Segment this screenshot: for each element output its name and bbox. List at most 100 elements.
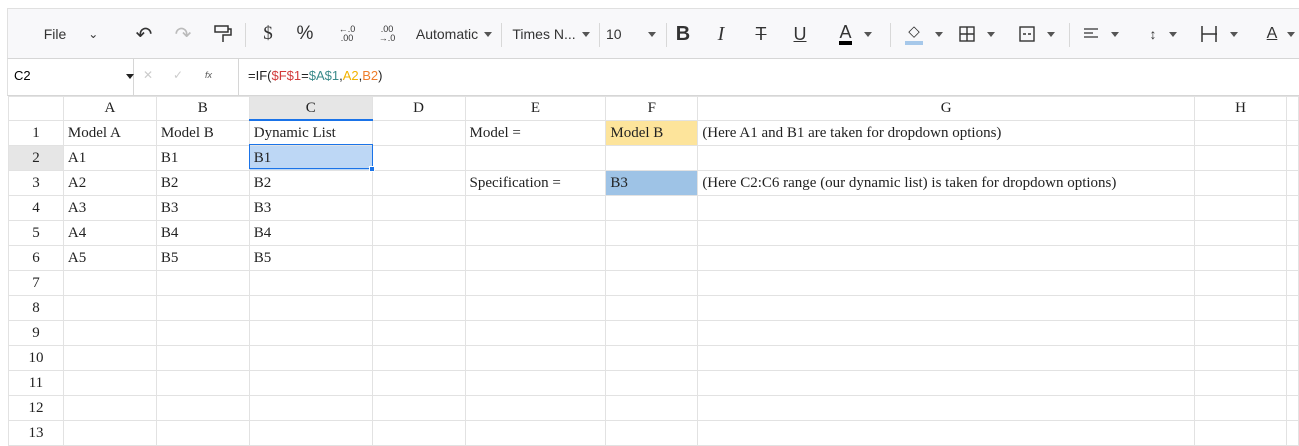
row-header[interactable]: 6 (8, 245, 64, 271)
number-format-dropdown[interactable]: Automatic (411, 9, 497, 59)
cell-H4[interactable] (1194, 195, 1287, 221)
cell-G12[interactable] (697, 395, 1196, 421)
decrease-decimal-button[interactable]: .00 →.0 (374, 9, 400, 59)
column-header-d[interactable]: D (371, 96, 466, 121)
cell-D3[interactable] (371, 170, 466, 196)
select-all-corner[interactable] (8, 96, 64, 121)
cell-F12[interactable] (605, 395, 699, 421)
cell-D6[interactable] (371, 245, 466, 271)
row-header[interactable]: 3 (8, 170, 64, 196)
cell-C11[interactable] (248, 370, 373, 396)
cell-B9[interactable] (155, 320, 250, 346)
cell-F7[interactable] (605, 270, 699, 296)
cell-A1[interactable]: Model A (62, 120, 157, 146)
cell-G3[interactable]: (Here C2:C6 range (our dynamic list) is … (697, 170, 1196, 196)
row-header[interactable]: 1 (8, 120, 64, 146)
text-rotation-button[interactable]: A (1258, 9, 1299, 59)
horizontal-align-button[interactable] (1076, 9, 1126, 59)
cell-C3[interactable]: B2 (248, 170, 373, 196)
cell-F4[interactable] (605, 195, 699, 221)
function-icon[interactable]: fx (205, 70, 212, 80)
row-header[interactable]: 10 (8, 345, 64, 371)
row-header[interactable]: 2 (8, 145, 64, 171)
cell-C12[interactable] (248, 395, 373, 421)
cell-C2[interactable]: B1 (248, 145, 373, 171)
cell-E10[interactable] (464, 345, 607, 371)
cell-F9[interactable] (605, 320, 699, 346)
row-header[interactable]: 12 (8, 395, 64, 421)
cell-B13[interactable] (155, 420, 250, 446)
cell-C1[interactable]: Dynamic List (248, 120, 373, 146)
cell-B8[interactable] (155, 295, 250, 321)
cell-F6[interactable] (605, 245, 699, 271)
cell-B2[interactable]: B1 (155, 145, 250, 171)
cell-F1[interactable]: Model B (605, 120, 699, 146)
cell-E6[interactable] (464, 245, 607, 271)
underline-button[interactable]: U (789, 9, 811, 59)
cell-A7[interactable] (62, 270, 157, 296)
cell-H5[interactable] (1194, 220, 1287, 246)
cell-G7[interactable] (697, 270, 1196, 296)
cell-F13[interactable] (605, 420, 699, 446)
cell-G8[interactable] (697, 295, 1196, 321)
percent-button[interactable]: % (293, 9, 317, 59)
cell-C8[interactable] (248, 295, 373, 321)
cell-A12[interactable] (62, 395, 157, 421)
cell-C13[interactable] (248, 420, 373, 446)
column-header-a[interactable]: A (62, 96, 157, 121)
cell-H8[interactable] (1194, 295, 1287, 321)
cell-B11[interactable] (155, 370, 250, 396)
cell-A3[interactable]: A2 (62, 170, 157, 196)
font-size-dropdown[interactable]: 10 (606, 9, 656, 59)
cell-H13[interactable] (1194, 420, 1287, 446)
cell-E4[interactable] (464, 195, 607, 221)
fill-color-button[interactable]: ◇ (898, 9, 950, 59)
cell-H10[interactable] (1194, 345, 1287, 371)
cell-F5[interactable] (605, 220, 699, 246)
vertical-align-button[interactable]: ↕ (1138, 9, 1188, 59)
cell-A8[interactable] (62, 295, 157, 321)
row-header[interactable]: 8 (8, 295, 64, 321)
column-header-g[interactable]: G (697, 96, 1196, 121)
cell-G11[interactable] (697, 370, 1196, 396)
cell-D12[interactable] (371, 395, 466, 421)
cell-H12[interactable] (1194, 395, 1287, 421)
column-header-c[interactable]: C (248, 96, 373, 121)
cell-D13[interactable] (371, 420, 466, 446)
row-header[interactable]: 5 (8, 220, 64, 246)
row-header[interactable]: 11 (8, 370, 64, 396)
cell-D9[interactable] (371, 320, 466, 346)
cell-G9[interactable] (697, 320, 1196, 346)
cell-B7[interactable] (155, 270, 250, 296)
cell-A9[interactable] (62, 320, 157, 346)
cell-D1[interactable] (371, 120, 466, 146)
fill-handle[interactable] (369, 166, 375, 172)
cell-F8[interactable] (605, 295, 699, 321)
cell-H11[interactable] (1194, 370, 1287, 396)
row-header[interactable]: 7 (8, 270, 64, 296)
cell-E7[interactable] (464, 270, 607, 296)
cell-A5[interactable]: A4 (62, 220, 157, 246)
cell-H3[interactable] (1194, 170, 1287, 196)
cell-A4[interactable]: A3 (62, 195, 157, 221)
cell-A10[interactable] (62, 345, 157, 371)
column-header-extra[interactable] (1285, 96, 1299, 121)
cell-D2[interactable] (371, 145, 466, 171)
cell-F11[interactable] (605, 370, 699, 396)
column-header-h[interactable]: H (1194, 96, 1287, 121)
paint-format-icon[interactable] (211, 9, 235, 59)
column-header-f[interactable]: F (605, 96, 699, 121)
merge-cells-button[interactable] (1012, 9, 1062, 59)
cell-C4[interactable]: B3 (248, 195, 373, 221)
cell-G10[interactable] (697, 345, 1196, 371)
cell-E9[interactable] (464, 320, 607, 346)
cell-A2[interactable]: A1 (62, 145, 157, 171)
cell-G1[interactable]: (Here A1 and B1 are taken for dropdown o… (697, 120, 1196, 146)
cell-D11[interactable] (371, 370, 466, 396)
cell-B6[interactable]: B5 (155, 245, 250, 271)
cell-B12[interactable] (155, 395, 250, 421)
cell-D4[interactable] (371, 195, 466, 221)
cell-E5[interactable] (464, 220, 607, 246)
cell-A6[interactable]: A5 (62, 245, 157, 271)
cell-C10[interactable] (248, 345, 373, 371)
